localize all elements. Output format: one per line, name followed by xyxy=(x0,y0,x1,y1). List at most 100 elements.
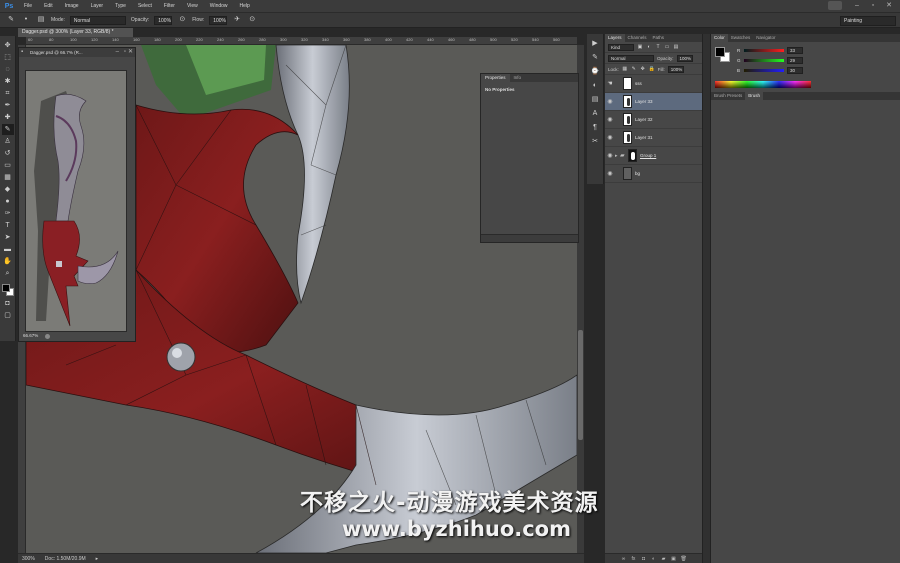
visibility-eye-icon[interactable]: ◉ xyxy=(605,134,615,141)
maximize-button[interactable]: ▫ xyxy=(868,1,878,10)
filter-pixel-icon[interactable]: ▣ xyxy=(637,44,643,51)
red-slider[interactable] xyxy=(744,48,784,52)
delete-layer-icon[interactable]: 🗑 xyxy=(681,556,687,562)
lock-pixels-icon[interactable]: ✎ xyxy=(631,66,637,73)
close-icon[interactable]: ✕ xyxy=(128,48,133,57)
visibility-eye-icon[interactable]: ◉ xyxy=(605,170,615,177)
mode-select[interactable]: Normal xyxy=(69,15,126,25)
color-swatches[interactable] xyxy=(1,283,15,297)
link-layers-icon[interactable]: ∞ xyxy=(621,556,627,562)
tab-properties[interactable]: Properties xyxy=(481,74,510,82)
menu-filter[interactable]: Filter xyxy=(158,3,181,9)
navigator-window-title[interactable]: Dagger.psd @ 66.7% (R... ▪ – ▫ ✕ xyxy=(19,48,135,57)
layer-fill-field[interactable]: 100% xyxy=(667,65,684,73)
blur-tool-icon[interactable]: ◆ xyxy=(2,184,14,195)
zoom-level[interactable]: 300% xyxy=(22,556,35,562)
filter-type-icon[interactable]: T xyxy=(655,44,661,51)
navigator-preview[interactable] xyxy=(25,70,127,332)
history-brush-tool-icon[interactable]: ↺ xyxy=(2,148,14,159)
dodge-tool-icon[interactable]: ● xyxy=(2,196,14,207)
minimize-button[interactable]: – xyxy=(852,1,862,10)
tab-channels[interactable]: Channels xyxy=(625,34,650,42)
visibility-eye-icon[interactable]: ◉ xyxy=(605,152,615,159)
brush-size-picker-icon[interactable]: • xyxy=(21,15,31,25)
tab-layers[interactable]: Layers xyxy=(605,34,625,42)
tab-swatches[interactable]: Swatches xyxy=(728,34,754,42)
blue-value[interactable]: 30 xyxy=(787,66,803,74)
blend-mode-select[interactable]: Normal xyxy=(608,54,654,62)
menu-help[interactable]: Help xyxy=(234,3,256,9)
green-value[interactable]: 29 xyxy=(787,56,803,64)
brush-tool-icon[interactable]: ✎ xyxy=(1,124,14,135)
add-mask-icon[interactable]: ◘ xyxy=(641,556,647,562)
screen-mode-icon[interactable]: ▢ xyxy=(2,310,14,321)
adjustment-layer-icon[interactable]: ◐ xyxy=(651,556,657,562)
status-menu-arrow-icon[interactable]: ▸ xyxy=(96,556,99,562)
adjustments-icon[interactable]: ◐ xyxy=(590,80,601,91)
quick-mask-icon[interactable]: ◘ xyxy=(2,298,14,309)
flow-field[interactable]: 100% xyxy=(209,15,228,25)
character-icon[interactable]: A xyxy=(590,108,601,119)
layer-row-group-1[interactable]: ◉ ▸ ▰ Group 1 xyxy=(605,147,702,165)
document-tab[interactable]: Dagger.psd @ 300% (Layer 33, RGB/8) * xyxy=(18,28,133,37)
close-button[interactable]: ✕ xyxy=(884,1,894,10)
lock-all-icon[interactable]: 🔒 xyxy=(649,66,655,73)
brush-tool-preset-icon[interactable]: ✎ xyxy=(6,15,16,25)
layer-opacity-field[interactable]: 100% xyxy=(676,54,693,62)
pen-tool-icon[interactable]: ✑ xyxy=(2,208,14,219)
brush-preset-icon[interactable]: ✎ xyxy=(590,52,601,63)
pressure-opacity-icon[interactable]: ⊙ xyxy=(177,15,187,25)
blue-slider[interactable] xyxy=(744,68,784,72)
new-layer-icon[interactable]: ▣ xyxy=(671,556,677,562)
foreground-color-swatch[interactable] xyxy=(715,47,725,57)
healing-tool-icon[interactable]: ✚ xyxy=(2,112,14,123)
menu-edit[interactable]: Edit xyxy=(38,3,59,9)
panel-divider[interactable] xyxy=(703,34,710,563)
layer-style-icon[interactable]: fx xyxy=(631,556,637,562)
red-value[interactable]: 33 xyxy=(787,46,803,54)
layer-row-sss[interactable]: ☚ sss xyxy=(605,75,702,93)
path-select-tool-icon[interactable]: ➤ xyxy=(2,232,14,243)
tab-brush[interactable]: Brush xyxy=(745,92,764,100)
menu-file[interactable]: File xyxy=(18,3,38,9)
lasso-tool-icon[interactable]: ◌ xyxy=(2,64,14,75)
new-group-icon[interactable]: ▰ xyxy=(661,556,667,562)
marquee-tool-icon[interactable]: ⬚ xyxy=(2,52,14,63)
eraser-tool-icon[interactable]: ▭ xyxy=(2,160,14,171)
filter-adjust-icon[interactable]: ◐ xyxy=(646,44,652,51)
restore-icon[interactable]: ▫ xyxy=(124,48,126,57)
filter-smart-icon[interactable]: ▤ xyxy=(673,44,679,51)
clone-stamp-tool-icon[interactable]: ♙ xyxy=(2,136,14,147)
gradient-tool-icon[interactable]: ▦ xyxy=(2,172,14,183)
brush-panel-toggle-icon[interactable]: ▤ xyxy=(36,15,46,25)
opacity-field[interactable]: 100% xyxy=(154,15,173,25)
lock-position-icon[interactable]: ✥ xyxy=(640,66,646,73)
tool-presets-icon[interactable]: ✂ xyxy=(590,136,601,147)
quick-select-tool-icon[interactable]: ✱ xyxy=(2,76,14,87)
foreground-color-swatch[interactable] xyxy=(1,284,10,292)
tab-navigator[interactable]: Navigator xyxy=(753,34,778,42)
menu-select[interactable]: Select xyxy=(132,3,158,9)
layer-row-bg[interactable]: ◉ bg xyxy=(605,165,702,183)
menu-layer[interactable]: Layer xyxy=(85,3,110,9)
menu-view[interactable]: View xyxy=(181,3,204,9)
play-icon[interactable]: ▶ xyxy=(590,38,601,49)
tab-paths[interactable]: Paths xyxy=(650,34,668,42)
filter-shape-icon[interactable]: ▭ xyxy=(664,44,670,51)
menu-window[interactable]: Window xyxy=(204,3,234,9)
layer-row-layer-31[interactable]: ◉ Layer 31 xyxy=(605,129,702,147)
crop-tool-icon[interactable]: ⌗ xyxy=(2,88,14,99)
menu-image[interactable]: Image xyxy=(59,3,85,9)
lock-transparent-icon[interactable]: ▦ xyxy=(622,66,628,73)
eyedropper-tool-icon[interactable]: ✒ xyxy=(2,100,14,111)
navigator-zoom[interactable]: 66.67% xyxy=(23,333,38,338)
type-tool-icon[interactable]: T xyxy=(2,220,14,231)
tab-info[interactable]: Info xyxy=(510,74,526,82)
pressure-size-icon[interactable]: ⊙ xyxy=(247,15,257,25)
visibility-eye-icon[interactable]: ◉ xyxy=(605,116,615,123)
layer-row-layer-33[interactable]: ◉ Layer 33 xyxy=(605,93,702,111)
green-slider[interactable] xyxy=(744,58,784,62)
tab-brush-presets[interactable]: Brush Presets xyxy=(711,92,745,100)
airbrush-icon[interactable]: ✈ xyxy=(232,15,242,25)
paragraph-icon[interactable]: ¶ xyxy=(590,122,601,133)
